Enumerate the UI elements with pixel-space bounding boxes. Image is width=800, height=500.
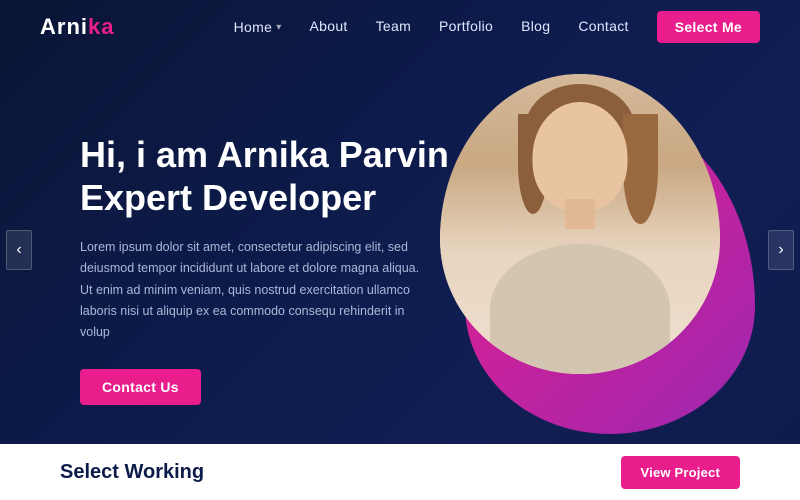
logo-part1: Arni xyxy=(40,14,88,39)
logo-part2: ka xyxy=(88,14,114,39)
nav-select-me-item[interactable]: Select Me xyxy=(657,11,760,43)
nav-item-about[interactable]: About xyxy=(310,18,348,36)
bottom-bar: Select Working View Project xyxy=(0,444,800,500)
prev-slide-button[interactable]: ‹ xyxy=(6,230,32,270)
hero-image-wrapper xyxy=(430,64,740,424)
nav-item-contact[interactable]: Contact xyxy=(578,18,628,36)
view-project-button[interactable]: View Project xyxy=(621,456,740,489)
nav-menu: Home ▾ About Team Portfolio Blog Contact… xyxy=(234,11,760,43)
right-arrow-icon: › xyxy=(778,241,783,259)
bottom-bar-title: Select Working xyxy=(60,461,204,484)
portrait-hair-side-right xyxy=(623,114,658,224)
hero-photo xyxy=(440,74,720,374)
portrait-face xyxy=(533,102,628,212)
nav-blog-link[interactable]: Blog xyxy=(521,18,550,34)
left-arrow-icon: ‹ xyxy=(16,241,21,259)
hero-section: Hi, i am Arnika Parvin Expert Developer … xyxy=(0,54,800,444)
nav-contact-link[interactable]: Contact xyxy=(578,18,628,34)
logo: Arnika xyxy=(40,14,114,40)
next-slide-button[interactable]: › xyxy=(768,230,794,270)
select-me-button[interactable]: Select Me xyxy=(657,11,760,43)
hero-description: Lorem ipsum dolor sit amet, consectetur … xyxy=(80,237,420,343)
nav-about-link[interactable]: About xyxy=(310,18,348,34)
nav-team-link[interactable]: Team xyxy=(376,18,411,34)
nav-home-link[interactable]: Home ▾ xyxy=(234,19,282,35)
portrait-background xyxy=(440,74,720,374)
nav-item-blog[interactable]: Blog xyxy=(521,18,550,36)
portrait-body xyxy=(490,244,670,374)
contact-us-button[interactable]: Contact Us xyxy=(80,369,201,405)
nav-portfolio-link[interactable]: Portfolio xyxy=(439,18,493,34)
portrait-neck xyxy=(565,199,595,229)
nav-item-team[interactable]: Team xyxy=(376,18,411,36)
dropdown-arrow-icon: ▾ xyxy=(276,22,281,33)
nav-item-home[interactable]: Home ▾ xyxy=(234,19,282,35)
nav-item-portfolio[interactable]: Portfolio xyxy=(439,18,493,36)
navbar: Arnika Home ▾ About Team Portfolio Blog … xyxy=(0,0,800,54)
